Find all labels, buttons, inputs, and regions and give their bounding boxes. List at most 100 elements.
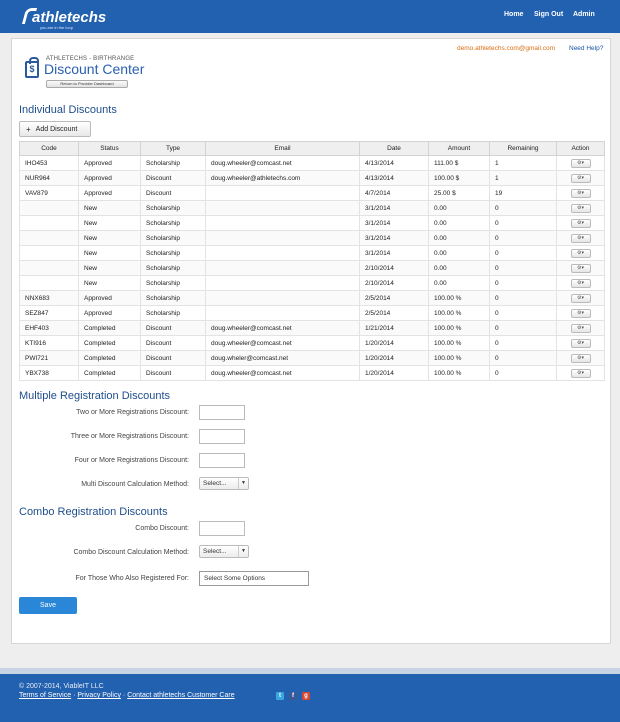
col-amount[interactable]: Amount bbox=[428, 141, 490, 156]
save-button[interactable]: Save bbox=[19, 597, 77, 614]
gear-icon: ⚙▾ bbox=[577, 279, 584, 286]
cell-code: SEZ847 bbox=[19, 305, 79, 321]
row-action-button[interactable]: ⚙▾ bbox=[570, 308, 591, 318]
cell-code: EHF403 bbox=[19, 320, 79, 336]
col-type[interactable]: Type bbox=[140, 141, 206, 156]
table-row: YBX738 Completed Discount doug.wheeler@comc… bbox=[19, 365, 605, 381]
terms-link[interactable]: Terms of Service bbox=[19, 692, 71, 699]
table-row: IHO453 Approved Scholarship doug.wheeler@co… bbox=[19, 155, 605, 171]
col-remaining[interactable]: Remaining bbox=[489, 141, 557, 156]
multi-method-select[interactable]: Select... ▼ bbox=[199, 477, 249, 490]
cell-status: New bbox=[78, 230, 141, 246]
row-action-button[interactable]: ⚙▾ bbox=[570, 278, 591, 288]
cell-email: doug.wheeler@comcast.net bbox=[205, 365, 360, 381]
cell-email: doug.wheeler@comcast.net bbox=[205, 155, 360, 171]
facebook-icon[interactable]: f bbox=[289, 692, 297, 700]
row-action-button[interactable]: ⚙▾ bbox=[570, 158, 591, 168]
twitter-icon[interactable]: t bbox=[276, 692, 284, 700]
cell-type: Scholarship bbox=[140, 275, 206, 291]
cell-type: Discount bbox=[140, 335, 206, 351]
three-registrations-input[interactable] bbox=[199, 429, 245, 444]
nav-home[interactable]: Home bbox=[504, 11, 523, 18]
cell-type: Scholarship bbox=[140, 155, 206, 171]
cell-amount: 100.00 % bbox=[428, 335, 490, 351]
customer-care-link[interactable]: Contact athletechs Customer Care bbox=[127, 692, 234, 699]
row-action-button[interactable]: ⚙▾ bbox=[570, 368, 591, 378]
cell-email: doug.wheeler@comcast.net bbox=[205, 335, 360, 351]
row-action-button[interactable]: ⚙▾ bbox=[570, 188, 591, 198]
cell-action: ⚙▾ bbox=[556, 155, 605, 171]
col-code[interactable]: Code bbox=[19, 141, 79, 156]
four-registrations-input[interactable] bbox=[199, 453, 245, 468]
cell-action: ⚙▾ bbox=[556, 200, 605, 216]
add-discount-label: Add Discount bbox=[35, 125, 78, 133]
cell-amount: 100.00 % bbox=[428, 320, 490, 336]
cell-status: Approved bbox=[78, 170, 141, 186]
row-action-button[interactable]: ⚙▾ bbox=[570, 323, 591, 333]
row-action-button[interactable]: ⚙▾ bbox=[570, 263, 591, 273]
gear-icon: ⚙▾ bbox=[577, 174, 584, 181]
combo-discounts-title: Combo Registration Discounts bbox=[19, 506, 168, 518]
cell-email bbox=[205, 185, 360, 201]
row-action-button[interactable]: ⚙▾ bbox=[570, 353, 591, 363]
gear-icon: ⚙▾ bbox=[577, 294, 584, 301]
table-row: NNX683 Approved Scholarship 2/5/2014 100.00 … bbox=[19, 290, 605, 306]
row-action-button[interactable]: ⚙▾ bbox=[570, 293, 591, 303]
gear-icon: ⚙▾ bbox=[577, 204, 584, 211]
cell-date: 2/10/2014 bbox=[359, 275, 429, 291]
cell-remaining: 0 bbox=[489, 275, 557, 291]
col-status[interactable]: Status bbox=[78, 141, 141, 156]
cell-amount: 100.00 % bbox=[428, 290, 490, 306]
footer-links: Terms of Service · Privacy Policy · Cont… bbox=[19, 692, 235, 699]
cell-action: ⚙▾ bbox=[556, 230, 605, 246]
cell-code bbox=[19, 245, 79, 261]
cell-status: Completed bbox=[78, 320, 141, 336]
account-email-link[interactable]: demo.athletechs.com@gmail.com bbox=[457, 45, 555, 52]
cell-type: Scholarship bbox=[140, 200, 206, 216]
row-action-button[interactable]: ⚙▾ bbox=[570, 338, 591, 348]
two-registrations-input[interactable] bbox=[199, 405, 245, 420]
discount-bag-icon: $ bbox=[25, 57, 39, 78]
row-action-button[interactable]: ⚙▾ bbox=[570, 248, 591, 258]
cell-date: 3/1/2014 bbox=[359, 215, 429, 231]
gear-icon: ⚙▾ bbox=[577, 234, 584, 241]
privacy-link[interactable]: Privacy Policy bbox=[77, 692, 121, 699]
google-plus-icon[interactable]: g bbox=[302, 692, 310, 700]
four-registrations-label: Four or More Registrations Discount: bbox=[74, 457, 189, 464]
cell-amount: 0.00 bbox=[428, 260, 490, 276]
cell-date: 3/1/2014 bbox=[359, 200, 429, 216]
cell-code: KTI916 bbox=[19, 335, 79, 351]
row-action-button[interactable]: ⚙▾ bbox=[570, 173, 591, 183]
nav-admin[interactable]: Admin bbox=[573, 11, 595, 18]
add-discount-button[interactable]: + Add Discount bbox=[19, 121, 91, 137]
cell-action: ⚙▾ bbox=[556, 335, 605, 351]
return-dashboard-button[interactable]: Return to Provider Dashboard bbox=[46, 80, 128, 88]
row-action-button[interactable]: ⚙▾ bbox=[570, 233, 591, 243]
combo-discount-input[interactable] bbox=[199, 521, 245, 536]
footer-separator: · bbox=[122, 692, 126, 699]
combo-method-select[interactable]: Select... ▼ bbox=[199, 545, 249, 558]
table-row: New Scholarship 3/1/2014 0.00 0 ⚙▾ bbox=[19, 230, 605, 246]
cell-code bbox=[19, 215, 79, 231]
registered-for-select[interactable]: Select Some Options bbox=[199, 571, 309, 586]
row-action-button[interactable]: ⚙▾ bbox=[570, 218, 591, 228]
cell-code: YBX738 bbox=[19, 365, 79, 381]
cell-status: Approved bbox=[78, 305, 141, 321]
cell-amount: 0.00 bbox=[428, 215, 490, 231]
cell-action: ⚙▾ bbox=[556, 290, 605, 306]
cell-amount: 25.00 $ bbox=[428, 185, 490, 201]
col-email[interactable]: Email bbox=[205, 141, 360, 156]
logo-text: athletechs bbox=[32, 9, 107, 26]
need-help-link[interactable]: Need Help? bbox=[569, 45, 603, 52]
table-row: VAV879 Approved Discount 4/7/2014 25.00 $19 ⚙… bbox=[19, 185, 605, 201]
multiple-discounts-title: Multiple Registration Discounts bbox=[19, 390, 171, 402]
table-header-row: Code Status Type Email Date Amount Remai… bbox=[19, 141, 605, 156]
footer-separator: · bbox=[73, 692, 76, 699]
col-date[interactable]: Date bbox=[359, 141, 429, 156]
cell-remaining: 0 bbox=[489, 230, 557, 246]
row-action-button[interactable]: ⚙▾ bbox=[570, 203, 591, 213]
cell-amount: 100.00 % bbox=[428, 305, 490, 321]
table-row: SEZ847 Approved Scholarship 2/5/2014 100.00 … bbox=[19, 305, 605, 321]
nav-sign-out[interactable]: Sign Out bbox=[534, 11, 563, 18]
cell-code: PWI721 bbox=[19, 350, 79, 366]
